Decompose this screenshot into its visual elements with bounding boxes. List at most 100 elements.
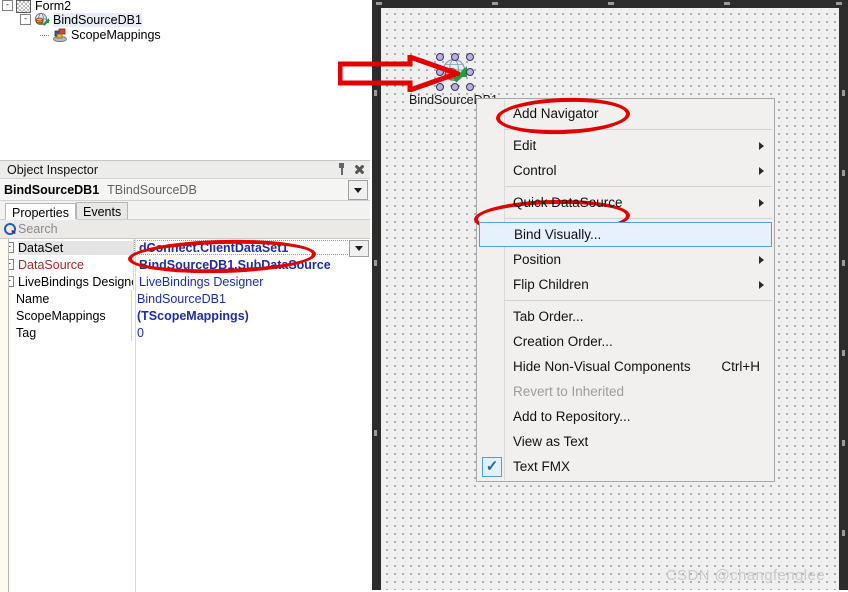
grid-left-gutter [0,239,8,592]
object-inspector-panel: Object Inspector BindSourceDB1 TBindSour… [0,160,370,592]
structure-tree-panel: - Form2 - BindSourceDB1 ScopeMappings [0,0,370,43]
submenu-arrow-icon [759,198,764,207]
menu-item-position[interactable]: Position [477,247,774,272]
menu-item-label: Control [513,163,557,178]
menu-item-tab-order[interactable]: Tab Order... [477,304,774,329]
property-row-dataset[interactable]: + DataSet dConnect.ClientDataSet1 [0,239,370,257]
watermark-text: CSDN @changfenglee [665,567,825,584]
menu-item-text-fmx[interactable]: ✓ Text FMX [477,454,774,479]
tab-properties[interactable]: Properties [5,203,76,220]
selection-handle[interactable] [466,68,474,76]
inspector-tabs: Properties Events [0,201,370,220]
close-icon[interactable] [354,164,365,175]
menu-separator [505,218,772,219]
property-value[interactable]: (TScopeMappings) [132,309,249,323]
menu-item-label: Add Navigator [513,106,599,121]
scope-mappings-icon [52,27,68,43]
menu-item-label: Tab Order... [513,309,584,324]
property-row-tag[interactable]: Tag 0 [0,324,370,341]
property-value-editor[interactable]: dConnect.ClientDataSet1 [134,240,350,255]
property-row-datasource[interactable]: + DataSource BindSourceDB1.SubDataSource [0,256,370,273]
selection-handle[interactable] [466,53,474,61]
submenu-arrow-icon [759,166,764,175]
menu-item-add-navigator[interactable]: Add Navigator [477,101,774,126]
submenu-arrow-icon [759,141,764,150]
property-grid: + DataSet dConnect.ClientDataSet1 + Data… [0,239,370,592]
chevron-down-icon [355,246,363,251]
object-inspector-titlebar: Object Inspector [0,161,370,179]
selected-object-name: BindSourceDB1 [4,182,100,197]
grid-left-edge [8,239,9,592]
tree-connector [40,34,49,36]
resize-grip [842,440,845,446]
tree-item-label: BindSourceDB1 [53,12,142,27]
resize-grip [376,2,382,5]
menu-item-label: Revert to Inherited [513,384,625,399]
property-name: DataSet [18,240,133,255]
selected-object-class: TBindSourceDB [107,182,197,197]
property-value[interactable]: 0 [132,326,144,340]
property-value-dropdown-button[interactable] [349,240,369,257]
resize-grip [842,350,845,356]
property-value[interactable]: BindSourceDB1.SubDataSource [134,258,331,272]
pin-icon[interactable] [336,163,347,175]
resize-grip [608,2,614,5]
menu-item-label: Edit [513,138,537,153]
resize-grip [374,260,377,266]
menu-item-add-to-repository[interactable]: Add to Repository... [477,404,774,429]
property-name: Tag [16,325,37,340]
search-input[interactable]: Search [18,222,58,236]
menu-item-label: Creation Order... [513,334,613,349]
checkmark-icon: ✓ [482,456,502,477]
menu-item-creation-order[interactable]: Creation Order... [477,329,774,354]
property-value[interactable]: BindSourceDB1 [132,292,226,306]
tree-expander-icon[interactable]: - [2,0,13,11]
resize-grip [842,260,845,266]
submenu-arrow-icon [759,280,764,289]
property-row-name[interactable]: Name BindSourceDB1 [0,290,370,307]
grid-column-divider[interactable] [135,239,136,592]
property-search-row[interactable]: Search [0,220,370,239]
menu-item-quick-datasource[interactable]: Quick DataSource [477,190,774,215]
menu-item-revert-to-inherited: Revert to Inherited [477,379,774,404]
menu-item-bind-visually[interactable]: Bind Visually... [479,222,772,247]
property-row-livebindings-designer[interactable]: + LiveBindings Designer LiveBindings Des… [0,273,370,290]
menu-item-edit[interactable]: Edit [477,133,774,158]
object-selector-dropdown-button[interactable] [348,180,368,200]
chevron-down-icon [354,187,362,193]
menu-item-label: Text FMX [513,459,571,474]
submenu-arrow-icon [759,255,764,264]
menu-item-label: Quick DataSource [513,195,623,210]
tree-item-label: ScopeMappings [71,27,161,42]
menu-item-view-as-text[interactable]: View as Text [477,429,774,454]
tree-item-scopemappings[interactable]: ScopeMappings [40,26,161,43]
component-context-menu: Add Navigator Edit Control Quick DataSou… [476,98,775,482]
menu-item-label: Add to Repository... [513,409,631,424]
red-arrow-annotation [338,55,460,92]
resize-grip [492,2,498,5]
object-selector-bar[interactable]: BindSourceDB1 TBindSourceDB [0,179,370,201]
selection-handle[interactable] [466,83,474,91]
tab-events[interactable]: Events [75,202,129,219]
panel-title: Object Inspector [7,162,99,177]
menu-item-label: View as Text [513,434,589,449]
property-value[interactable]: LiveBindings Designer [134,275,263,289]
property-name: Name [16,291,50,306]
menu-separator [505,186,772,187]
resize-grip [374,430,377,436]
property-name: DataSource [18,257,85,272]
tree-expander-icon[interactable]: - [20,14,31,25]
property-name: LiveBindings Designer [18,274,133,289]
property-name: ScopeMappings [16,308,106,323]
resize-grip [842,90,845,96]
menu-item-label: Hide Non-Visual Components [513,359,691,374]
menu-item-control[interactable]: Control [477,158,774,183]
menu-item-flip-children[interactable]: Flip Children [477,272,774,297]
search-icon [2,221,18,237]
menu-item-label: Bind Visually... [514,227,602,242]
menu-item-hide-non-visual-components[interactable]: Hide Non-Visual Components Ctrl+H [477,354,774,379]
property-row-scopemappings[interactable]: ScopeMappings (TScopeMappings) [0,307,370,324]
menu-separator [505,300,772,301]
menu-item-label: Flip Children [513,277,589,292]
menu-item-accelerator: Ctrl+H [721,359,760,374]
